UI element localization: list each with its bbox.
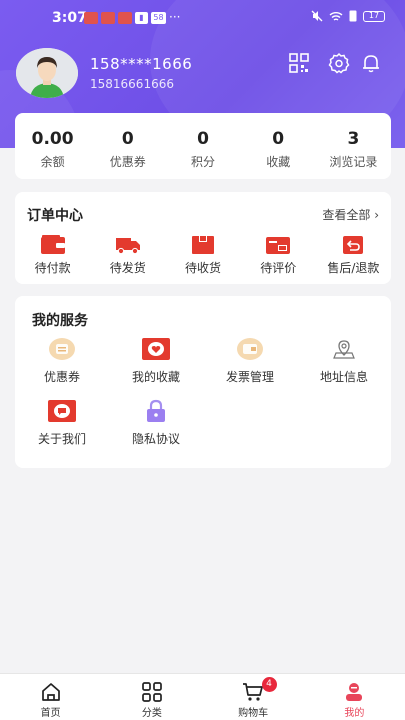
avatar-person-icon (16, 48, 78, 98)
location-icon (333, 340, 355, 359)
order-center-card: 订单中心 查看全部 › 待付款 待发货 待收货 待评价 售后/退款 (15, 192, 391, 284)
stat-label: 浏览记录 (329, 155, 378, 169)
stat-value: 0 (121, 129, 134, 149)
stat-value: 0 (272, 129, 285, 149)
stat-value: 0.00 (31, 129, 74, 149)
stats-card: 0.00 余额 0 优惠券 0 积分 0 收藏 3 浏览记录 (15, 113, 391, 179)
stat-value: 3 (347, 129, 360, 149)
order-center-title: 订单中心 (27, 208, 83, 224)
order-label: 待付款 (34, 261, 71, 275)
order-label: 待收货 (185, 261, 222, 275)
coupon-icon (49, 338, 75, 360)
service-label: 我的收藏 (131, 370, 180, 384)
stat-label: 优惠券 (109, 155, 146, 169)
app-notification-icon: ▮ (135, 12, 148, 24)
order-pending-review[interactable]: 待评价 (241, 234, 316, 276)
stat-balance[interactable]: 0.00 余额 (15, 113, 90, 179)
service-label: 地址信息 (319, 370, 368, 384)
service-address[interactable]: 地址信息 (297, 336, 391, 398)
settings-gear-icon[interactable] (328, 52, 350, 74)
more-dots-icon: ··· (169, 10, 181, 24)
app-notification-icon (118, 12, 132, 24)
category-icon (142, 682, 162, 702)
cart-count-badge: 4 (261, 677, 277, 692)
truck-icon (115, 238, 140, 255)
favorite-icon (142, 338, 170, 360)
battery-icon: 17 (363, 10, 385, 22)
app-notification-icon (84, 12, 98, 24)
app-notification-icon (101, 12, 115, 24)
service-invoice[interactable]: 发票管理 (203, 336, 297, 398)
status-time: 3:07 (52, 10, 87, 26)
user-id: 15816661666 (90, 77, 174, 91)
order-after-sales[interactable]: 售后/退款 (316, 234, 391, 276)
tab-home[interactable]: 首页 (0, 674, 101, 720)
status-notification-icons: ▮ 58 ··· (84, 10, 183, 24)
avatar[interactable] (16, 48, 78, 98)
services-title: 我的服务 (32, 313, 88, 329)
review-icon (266, 237, 291, 254)
service-favorites[interactable]: 我的收藏 (109, 336, 203, 398)
profile-icon (346, 683, 363, 701)
order-pending-receipt[interactable]: 待收货 (165, 234, 240, 276)
order-label: 待发货 (109, 261, 146, 275)
view-all-orders-link[interactable]: 查看全部 › (322, 206, 379, 223)
qrcode-icon[interactable] (288, 52, 310, 74)
service-label: 关于我们 (37, 432, 86, 446)
my-services-card: 我的服务 优惠券 我的收藏 发票管理 地址信息 关于我们 隐私协议 (15, 296, 391, 468)
invoice-icon (237, 338, 263, 360)
tab-category[interactable]: 分类 (101, 674, 202, 720)
service-label: 隐私协议 (131, 432, 180, 446)
order-label: 待评价 (260, 261, 297, 275)
bell-icon[interactable] (360, 52, 382, 74)
box-icon (192, 236, 214, 254)
stat-value: 0 (197, 129, 209, 149)
service-privacy[interactable]: 隐私协议 (109, 398, 203, 460)
sim-icon (349, 10, 357, 22)
tab-label: 购物车 (238, 708, 269, 719)
stat-coupons[interactable]: 0 优惠券 (90, 113, 165, 179)
order-pending-payment[interactable]: 待付款 (15, 234, 90, 276)
stat-favorites[interactable]: 0 收藏 (241, 113, 316, 179)
wallet-icon (40, 235, 65, 254)
status-system-icons: 17 (311, 10, 385, 22)
wifi-icon (329, 11, 343, 21)
about-icon (48, 400, 76, 422)
user-name: 158****1666 (90, 55, 193, 73)
service-label: 发票管理 (225, 370, 274, 384)
stat-label: 余额 (40, 155, 65, 169)
order-pending-shipment[interactable]: 待发货 (90, 234, 165, 276)
tab-cart[interactable]: 4 购物车 (203, 674, 304, 720)
tab-label: 分类 (141, 708, 162, 719)
stat-label: 积分 (191, 155, 216, 169)
refund-icon (343, 236, 364, 254)
service-label: 优惠券 (43, 370, 80, 384)
tab-label: 首页 (40, 708, 61, 719)
status-bar: 3:07 ▮ 58 ··· 17 (0, 8, 405, 30)
home-icon (41, 683, 60, 701)
service-coupons[interactable]: 优惠券 (15, 336, 109, 398)
mute-icon (311, 10, 323, 22)
stat-history[interactable]: 3 浏览记录 (316, 113, 391, 179)
app-notification-icon: 58 (151, 12, 166, 24)
tab-label: 我的 (344, 708, 365, 719)
bottom-tab-bar: 首页 分类 4 购物车 我的 (0, 673, 405, 720)
cart-icon (243, 683, 263, 701)
service-about-us[interactable]: 关于我们 (15, 398, 109, 460)
tab-profile[interactable]: 我的 (304, 674, 405, 720)
stat-points[interactable]: 0 积分 (165, 113, 240, 179)
lock-icon (147, 399, 165, 422)
order-label: 售后/退款 (327, 261, 380, 275)
stat-label: 收藏 (266, 155, 291, 169)
